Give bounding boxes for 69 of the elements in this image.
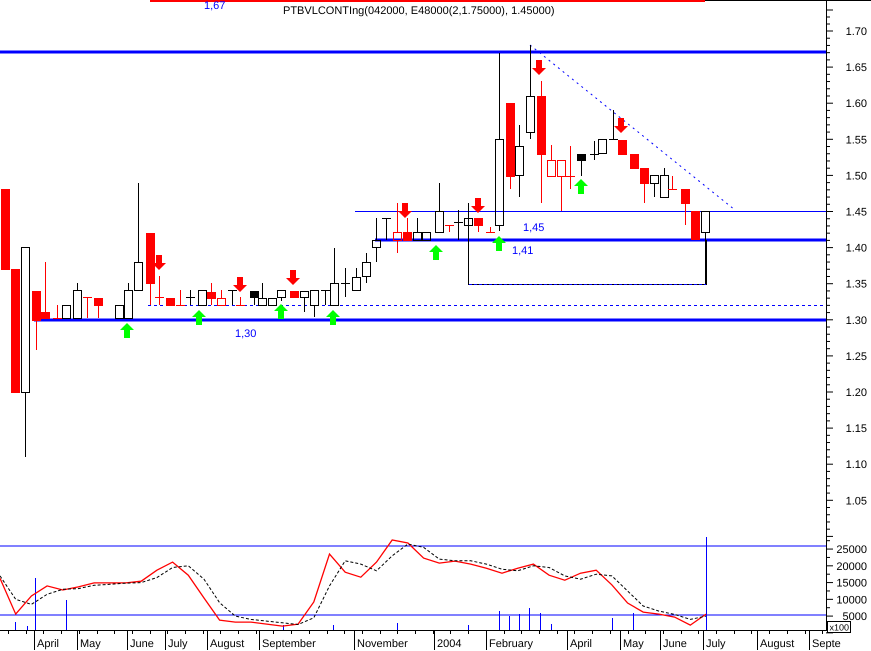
time-axis-label: July xyxy=(706,638,726,650)
candlestick xyxy=(62,305,71,319)
up-arrow xyxy=(192,310,206,325)
candlestick xyxy=(94,298,103,318)
price-level-label: 1,41 xyxy=(512,245,534,257)
price-axis-label: 1.25 xyxy=(846,350,867,363)
candlestick xyxy=(340,268,350,298)
down-arrow xyxy=(471,198,485,213)
down-arrow xyxy=(286,270,300,285)
down-arrow xyxy=(152,255,166,270)
price-axis-label: 1.05 xyxy=(846,495,867,508)
candlestick xyxy=(577,154,586,176)
price-axis-label: 1.65 xyxy=(846,62,867,74)
price-level-label: 1,45 xyxy=(523,222,544,234)
price-axis-label: 1.50 xyxy=(846,170,867,182)
time-axis-label: May xyxy=(623,638,644,650)
candlestick xyxy=(352,268,361,291)
time-axis-label: November xyxy=(357,638,408,650)
time-axis-label: June xyxy=(130,638,154,650)
candlestick xyxy=(566,146,576,190)
time-axis-label: April xyxy=(37,638,60,650)
up-arrow xyxy=(274,304,288,319)
indicator-axis-label: 20000 xyxy=(836,560,867,573)
price-axis-label: 1.70 xyxy=(846,26,867,38)
price-level-label: 1,67 xyxy=(204,0,226,12)
candlestick xyxy=(590,140,600,160)
chart-title: PTBVLCONTIng(042000, E48000(2,1.75000), 1.45000) xyxy=(283,5,555,17)
up-arrow xyxy=(429,245,443,260)
down-arrow xyxy=(614,118,628,133)
time-axis-label: February xyxy=(489,638,534,650)
price-level-label: 1,30 xyxy=(235,328,256,340)
price-axis-label: 1.35 xyxy=(846,278,867,291)
time-axis-label: August xyxy=(210,638,244,650)
price-axis-label: 1.15 xyxy=(846,423,867,436)
price-axis-label: 1.20 xyxy=(846,387,867,399)
down-arrow xyxy=(532,60,546,75)
price-axis-label: 1.10 xyxy=(846,459,867,472)
candlestick xyxy=(310,290,319,318)
down-arrow xyxy=(233,277,247,292)
indicator-axis-label: 15000 xyxy=(836,578,867,590)
candlestick xyxy=(598,139,607,154)
price-axis-label: 1.40 xyxy=(846,242,867,255)
up-arrow xyxy=(574,179,588,194)
time-axis-label: June xyxy=(663,638,687,650)
price-axis-label: 1.30 xyxy=(846,314,867,327)
time-axis-label: April xyxy=(570,638,592,650)
down-arrow xyxy=(398,203,412,218)
time-axis-label: September xyxy=(262,638,316,650)
scale-label: x100 xyxy=(827,621,851,633)
up-arrow xyxy=(120,323,134,338)
time-axis-label: 2004 xyxy=(437,638,462,650)
candlestick xyxy=(681,189,690,226)
candlestick xyxy=(52,304,62,319)
price-axis-label: 1.55 xyxy=(846,134,867,146)
time-axis-label: Septe xyxy=(812,638,841,650)
indicator-axis-label: 10000 xyxy=(836,594,867,606)
up-arrow xyxy=(326,310,340,325)
candlestick xyxy=(217,290,226,306)
indicator-axis-label: 5000 xyxy=(842,611,867,624)
candlestick xyxy=(32,291,41,350)
time-axis-label: August xyxy=(760,638,794,650)
indicator-axis-label: 25000 xyxy=(836,544,867,556)
price-axis-label: 1.60 xyxy=(846,98,867,110)
time-axis-label: July xyxy=(168,638,188,650)
time-axis-label: May xyxy=(80,638,101,650)
candlestick xyxy=(186,290,196,306)
up-arrow xyxy=(492,236,506,251)
price-axis-label: 1.45 xyxy=(846,206,867,218)
candlestick xyxy=(41,262,50,319)
